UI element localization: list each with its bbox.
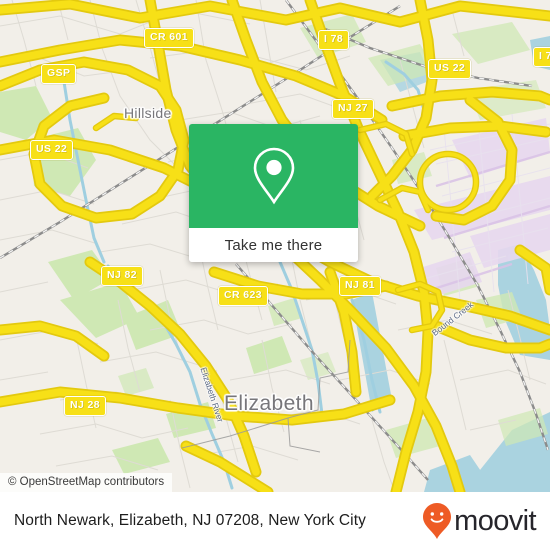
road-shield-gsp[interactable]: GSP <box>41 64 77 84</box>
road-shield-nj-82[interactable]: NJ 82 <box>101 266 144 286</box>
map-screenshot: Hillside Elizabeth Elizabeth River Bound… <box>0 0 550 550</box>
road-shield-cr-601[interactable]: CR 601 <box>144 28 195 48</box>
road-shield-i-78-east[interactable]: I 78 <box>533 47 550 67</box>
take-me-there-label: Take me there <box>224 236 323 254</box>
place-label-elizabeth: Elizabeth <box>224 392 314 415</box>
location-popup-card[interactable]: Take me there <box>189 124 358 262</box>
road-shield-nj-28[interactable]: NJ 28 <box>64 396 107 416</box>
road-shield-us-22-north[interactable]: US 22 <box>428 59 472 79</box>
moovit-logo[interactable]: moovit <box>422 502 537 540</box>
location-title: North Newark, Elizabeth, NJ 07208, New Y… <box>14 512 366 529</box>
road-shield-nj-81[interactable]: NJ 81 <box>339 276 382 296</box>
moovit-pin-smiley-icon <box>423 503 452 539</box>
footer-bar: North Newark, Elizabeth, NJ 07208, New Y… <box>0 492 550 550</box>
moovit-wordmark: moovit <box>454 504 536 537</box>
place-label-hillside: Hillside <box>124 105 172 121</box>
popup-card-action[interactable]: Take me there <box>189 228 358 262</box>
road-shield-nj-27[interactable]: NJ 27 <box>332 99 375 119</box>
road-shield-i-78[interactable]: I 78 <box>318 30 350 50</box>
osm-attribution[interactable]: © OpenStreetMap contributors <box>0 473 173 492</box>
road-shield-cr-623[interactable]: CR 623 <box>218 286 269 306</box>
road-shield-us-22-west[interactable]: US 22 <box>30 140 74 160</box>
map-canvas[interactable]: Hillside Elizabeth Elizabeth River Bound… <box>0 0 550 492</box>
popup-card-header <box>189 124 358 228</box>
location-pin-icon <box>253 147 294 205</box>
